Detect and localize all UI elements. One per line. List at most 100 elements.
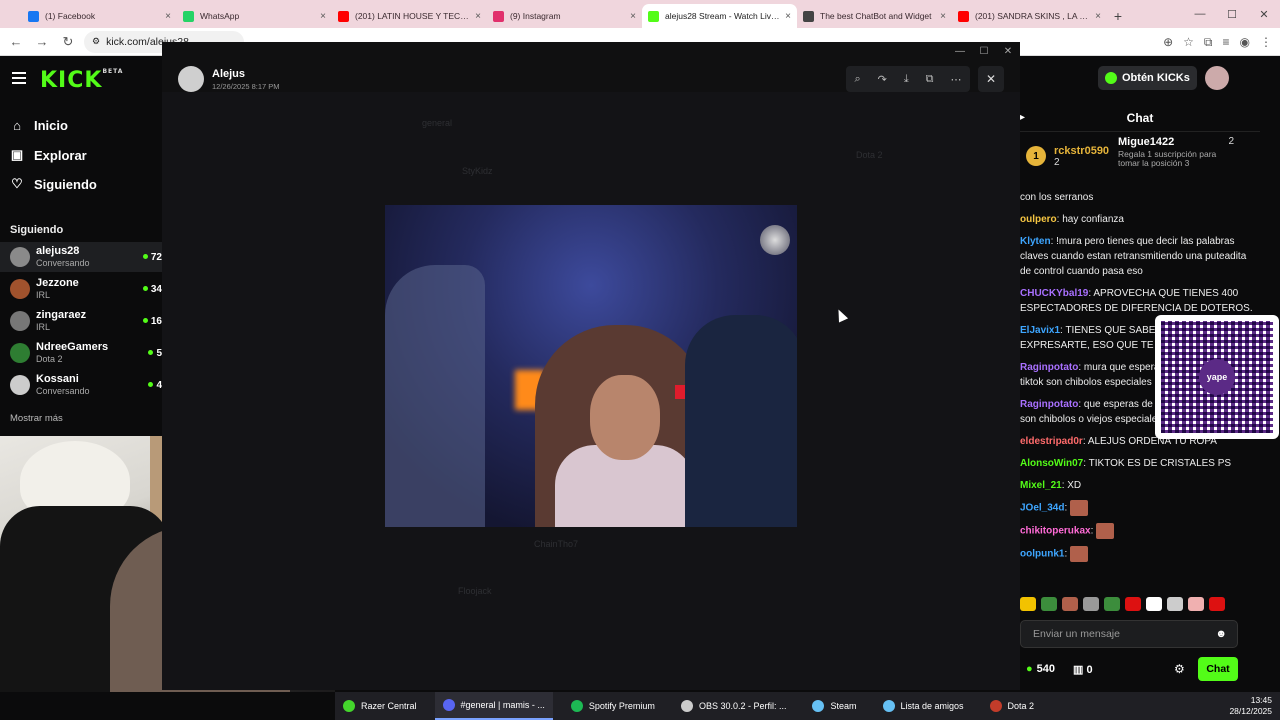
emote[interactable]: [1041, 597, 1057, 611]
maximize-button[interactable]: ☐: [1216, 0, 1248, 28]
following-item[interactable]: alejus28 Conversando 72: [0, 242, 162, 272]
emote[interactable]: [1188, 597, 1204, 611]
taskbar-label: Lista de amigos: [900, 701, 964, 711]
poster-avatar[interactable]: [178, 66, 204, 92]
emote[interactable]: [1167, 597, 1183, 611]
forward-icon[interactable]: →: [32, 34, 52, 49]
browser-tab[interactable]: (9) Instagram ×: [487, 4, 642, 28]
chat-username[interactable]: ElJavix1: [1020, 325, 1060, 336]
following-item[interactable]: Kossani Conversando 4: [0, 370, 162, 400]
shared-media-image[interactable]: [385, 205, 797, 527]
show-more-link[interactable]: Mostrar más: [10, 413, 63, 424]
chat-username[interactable]: eldestripad0r: [1020, 436, 1083, 447]
browser-tab[interactable]: (201) SANDRA SKINS , LA STR ×: [952, 4, 1107, 28]
chat-username[interactable]: AlonsoWin07: [1020, 458, 1083, 469]
close-tab-icon[interactable]: ×: [1095, 11, 1101, 22]
zoom-icon[interactable]: ⌕: [854, 73, 860, 86]
gifts-balance[interactable]: ▥ 0: [1073, 663, 1093, 676]
app-icon: [812, 700, 825, 712]
leaderboard-user-1[interactable]: rckstr0590: [1054, 145, 1109, 157]
leaderboard-user-2[interactable]: Migue1422: [1118, 136, 1236, 148]
open-external-icon[interactable]: ⧉: [926, 73, 934, 86]
chat-username[interactable]: chikitoperukax: [1020, 526, 1091, 537]
download-icon[interactable]: ⤓: [904, 73, 909, 86]
browser-tab[interactable]: (1) Facebook ×: [22, 4, 177, 28]
chat-username[interactable]: Mixel_21: [1020, 480, 1062, 491]
emoji-icon[interactable]: ☻: [1215, 628, 1227, 640]
chat-username[interactable]: CHUCKYbal19: [1020, 288, 1088, 299]
yape-logo: yape: [1199, 359, 1235, 395]
viewer-maximize-icon[interactable]: ☐: [972, 42, 996, 62]
reload-icon[interactable]: ↻: [58, 34, 78, 50]
avatar: [10, 279, 30, 299]
zoom-icon[interactable]: ⊕: [1163, 35, 1173, 49]
chat-username[interactable]: JOel_34d: [1020, 503, 1064, 514]
media-icon[interactable]: ≡: [1223, 35, 1230, 49]
taskbar-item[interactable]: Spotify Premium: [563, 692, 663, 720]
emote[interactable]: [1104, 597, 1120, 611]
viewer-close-button[interactable]: ✕: [978, 66, 1004, 92]
following-text: alejus28 Conversando: [36, 245, 90, 269]
taskbar-item[interactable]: Lista de amigos: [875, 692, 972, 720]
bookmark-star-icon[interactable]: ☆: [1183, 35, 1194, 49]
chat-username[interactable]: oulpero: [1020, 214, 1057, 225]
menu-dots-icon[interactable]: ⋮: [1260, 35, 1272, 49]
poster-date: 12/26/2025 8:17 PM: [212, 81, 280, 91]
emote[interactable]: [1209, 597, 1225, 611]
chat-username[interactable]: oolpunk1: [1020, 549, 1064, 560]
emote[interactable]: [1083, 597, 1099, 611]
taskbar-item[interactable]: Dota 2: [982, 692, 1043, 720]
nav-siguiendo[interactable]: ♡ Siguiendo: [10, 176, 97, 192]
browser-tab[interactable]: alejus28 Stream - Watch Live o ×: [642, 4, 797, 28]
chat-message-input[interactable]: Enviar un mensaje ☻: [1020, 620, 1238, 648]
taskbar-item[interactable]: OBS 30.0.2 - Perfil: ...: [673, 692, 795, 720]
following-category: Conversando: [36, 258, 90, 268]
more-icon[interactable]: ⋯: [950, 73, 961, 86]
close-tab-icon[interactable]: ×: [320, 11, 326, 22]
profile-icon[interactable]: ◉: [1240, 35, 1250, 49]
hamburger-menu-icon[interactable]: [12, 72, 26, 84]
browser-tab[interactable]: (201) LATIN HOUSE Y TECHEN ×: [332, 4, 487, 28]
gear-icon[interactable]: ⚙: [1174, 662, 1185, 676]
back-icon[interactable]: ←: [6, 34, 26, 49]
collapse-chat-icon[interactable]: ▸: [1020, 104, 1025, 132]
browser-tab[interactable]: The best ChatBot and Widget ×: [797, 4, 952, 28]
close-tab-icon[interactable]: ×: [475, 11, 481, 22]
kick-logo[interactable]: KICKBETA: [40, 68, 123, 93]
close-tab-icon[interactable]: ×: [940, 11, 946, 22]
emote[interactable]: [1062, 597, 1078, 611]
user-avatar[interactable]: [1204, 66, 1229, 90]
close-tab-icon[interactable]: ×: [630, 11, 636, 22]
new-tab-button[interactable]: +: [1107, 4, 1129, 28]
close-tab-icon[interactable]: ×: [785, 11, 791, 22]
kicks-balance[interactable]: 540: [1026, 663, 1055, 675]
following-item[interactable]: Jezzone IRL 34: [0, 274, 162, 304]
emote[interactable]: [1125, 597, 1141, 611]
chat-username[interactable]: Raginpotato: [1020, 399, 1078, 410]
chat-username[interactable]: Klyten: [1020, 236, 1051, 247]
extensions-icon[interactable]: ⧉: [1204, 35, 1213, 50]
forward-icon[interactable]: ↷: [878, 73, 887, 86]
leaderboard-slot-2: Migue1422 2 Regala 1 suscripción para to…: [1118, 136, 1236, 168]
poster-name: Alejus: [212, 67, 246, 80]
close-window-button[interactable]: ✕: [1248, 0, 1280, 28]
emote[interactable]: [1146, 597, 1162, 611]
taskbar-item[interactable]: #general | mamis - ...: [434, 692, 553, 720]
send-chat-button[interactable]: Chat: [1198, 657, 1238, 681]
emote[interactable]: [1020, 597, 1036, 611]
following-item[interactable]: zingaraez IRL 16: [0, 306, 162, 336]
browser-tab[interactable]: WhatsApp ×: [177, 4, 332, 28]
chat-username[interactable]: Raginpotato: [1020, 362, 1078, 373]
taskbar-item[interactable]: Steam: [804, 692, 864, 720]
nav-inicio[interactable]: ⌂ Inicio: [10, 118, 68, 133]
close-tab-icon[interactable]: ×: [165, 11, 171, 22]
viewer-window-close-icon[interactable]: ✕: [996, 42, 1020, 62]
nav-explorar[interactable]: ▣ Explorar: [10, 147, 87, 163]
get-kicks-button[interactable]: Obtén KICKs: [1098, 66, 1197, 90]
taskbar-item[interactable]: Razer Central: [335, 692, 425, 720]
site-info-icon[interactable]: ⚙: [92, 36, 100, 47]
system-clock[interactable]: 13:45 28/12/2025: [1229, 695, 1272, 717]
viewer-minimize-icon[interactable]: —: [948, 42, 972, 62]
following-item[interactable]: NdreeGamers Dota 2 5: [0, 338, 162, 368]
minimize-button[interactable]: —: [1184, 0, 1216, 28]
